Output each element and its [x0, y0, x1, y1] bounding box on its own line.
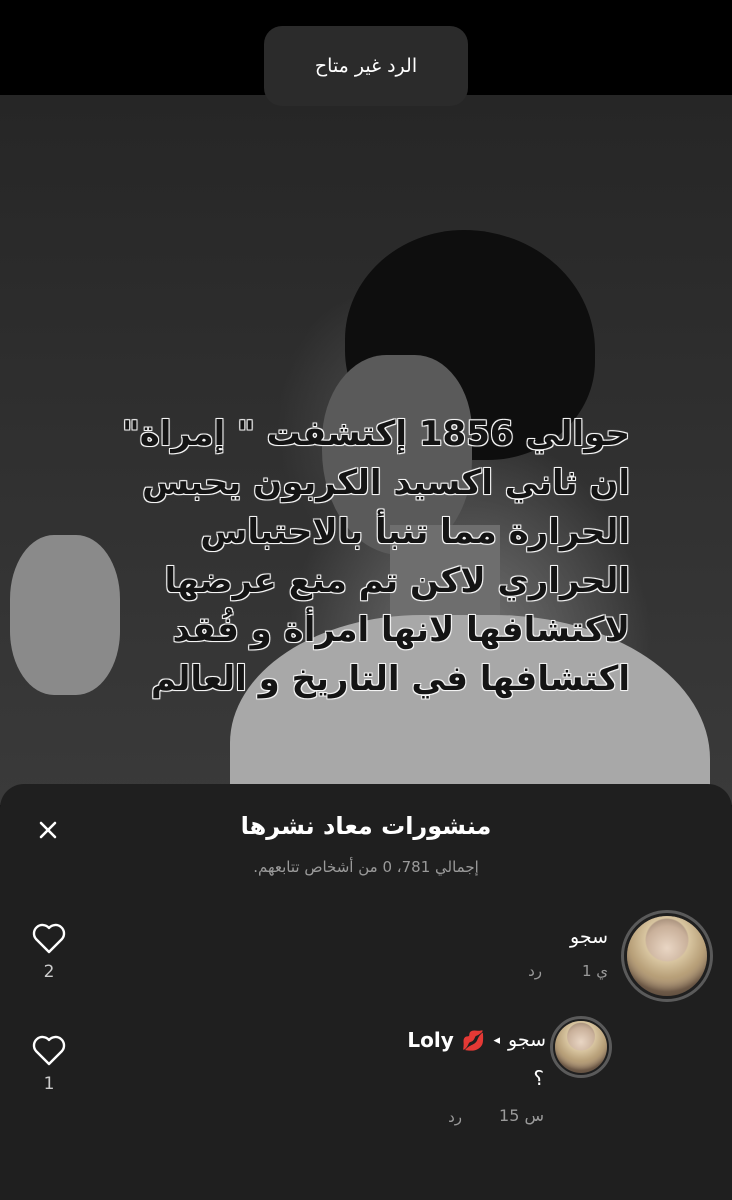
reply-unavailable-toast: الرد غير متاح — [264, 26, 468, 106]
like-count: 1 — [43, 1074, 55, 1094]
reply-target-name[interactable]: Loly — [407, 1028, 453, 1052]
reply-arrow-icon: ◂ — [493, 1032, 500, 1048]
like-count: 2 — [43, 962, 55, 982]
reply-target-emoji: 💋 — [461, 1029, 486, 1052]
comment-text: ؟ — [533, 1066, 544, 1090]
reposts-sheet: منشورات معاد نشرها إجمالي 781، 0 من أشخا… — [0, 784, 732, 1200]
reply-button[interactable]: رد — [448, 1108, 462, 1126]
post-overlay-text: حوالي 1856 إكتشفت " إمراة" ان ثاني اكسيد… — [121, 414, 630, 699]
avatar-hair — [627, 916, 707, 996]
timestamp: 1 ي — [581, 962, 608, 980]
sheet-subtitle: إجمالي 781، 0 من أشخاص تتابعهم. — [253, 858, 479, 876]
toast-text: الرد غير متاح — [314, 55, 418, 77]
sheet-title: منشورات معاد نشرها — [240, 812, 492, 840]
user-name[interactable]: سجو — [508, 1029, 546, 1051]
timestamp: 15 س — [499, 1106, 544, 1125]
avatar[interactable] — [555, 1021, 607, 1073]
avatar-hair — [555, 1021, 607, 1073]
user-name[interactable]: سجو — [570, 926, 608, 948]
avatar[interactable] — [627, 916, 707, 996]
heart-icon[interactable] — [29, 918, 69, 958]
reply-button[interactable]: رد — [528, 962, 542, 980]
reply-header: سجو ◂ 💋 Loly — [407, 1028, 546, 1052]
heart-icon[interactable] — [29, 1030, 69, 1070]
